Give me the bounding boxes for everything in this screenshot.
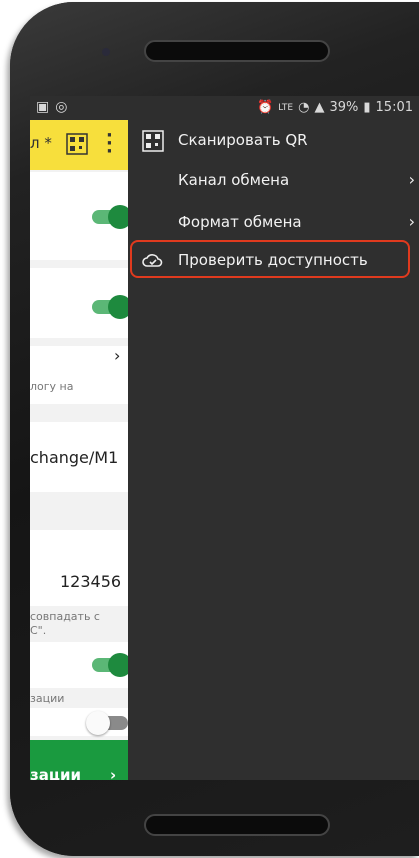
section-label: зации [30, 692, 65, 705]
menu-item-label: Канал обмена [178, 171, 290, 189]
exchange-path-value: change/M1 [30, 448, 119, 467]
clock: 15:01 [375, 100, 413, 115]
note-line-2: С". [30, 624, 47, 637]
menu-item-scan-qr[interactable]: Сканировать QR [128, 120, 419, 162]
signal-icon: ▲ [314, 100, 325, 115]
image-icon: ▣ [36, 99, 50, 115]
sync-button-label: зации [30, 766, 81, 780]
device-screen: ▣ ◎ ⏰ LTE ◔ ▲ 39% ▮ 15:01 л * · · · › ло… [30, 96, 419, 780]
number-value: 123456 [60, 572, 122, 591]
settings-row-3[interactable]: › логу на [30, 346, 128, 404]
menu-item-exchange-format[interactable]: Формат обмена › [128, 202, 419, 244]
status-bar: ▣ ◎ ⏰ LTE ◔ ▲ 39% ▮ 15:01 [30, 96, 419, 120]
app-title: л * [30, 134, 52, 152]
top-speaker [144, 40, 330, 62]
settings-row-path[interactable]: change/M1 [30, 422, 128, 492]
bottom-speaker [144, 814, 330, 836]
toggle-switch-4[interactable] [86, 711, 128, 735]
qr-scan-icon[interactable] [66, 133, 88, 155]
row-description: логу на [30, 380, 74, 393]
settings-row-1 [30, 172, 128, 260]
toggle-switch-2[interactable] [92, 295, 128, 319]
wifi-icon: ◔ [298, 100, 310, 115]
overflow-menu-icon[interactable]: · · · [106, 127, 113, 161]
app-bar: л * · · · [30, 120, 128, 170]
front-camera [102, 48, 110, 56]
chevron-right-icon: › [408, 170, 415, 189]
lte-icon: LTE [278, 102, 294, 113]
overflow-menu: Сканировать QR Канал обмена › Формат обм… [128, 120, 419, 780]
note-line-1: совпадать с [30, 610, 100, 623]
highlight-frame [130, 240, 410, 278]
battery-percent: 39% [329, 100, 359, 115]
menu-item-label: Формат обмена [178, 213, 302, 231]
alarm-icon: ⏰ [256, 100, 274, 115]
settings-row-number[interactable]: 123456 [30, 530, 128, 606]
chevron-right-icon: › [408, 212, 415, 231]
settings-row-toggle-4 [30, 708, 128, 736]
row-chevron: › [114, 346, 121, 365]
settings-row-2 [30, 268, 128, 338]
settings-row-toggle-3 [30, 642, 128, 688]
battery-icon: ▮ [363, 100, 371, 115]
sync-button[interactable]: зации › [30, 740, 128, 780]
sync-button-chevron: › [110, 766, 117, 780]
toggle-switch-3[interactable] [92, 653, 128, 677]
settings-content: л * · · · › логу на change/M1 123456 совпа… [30, 120, 128, 780]
toggle-switch-1[interactable] [92, 205, 128, 229]
menu-item-exchange-channel[interactable]: Канал обмена › [128, 160, 419, 202]
qr-icon [142, 130, 164, 152]
settings-icon: ◎ [55, 99, 68, 115]
menu-item-label: Сканировать QR [178, 131, 308, 149]
